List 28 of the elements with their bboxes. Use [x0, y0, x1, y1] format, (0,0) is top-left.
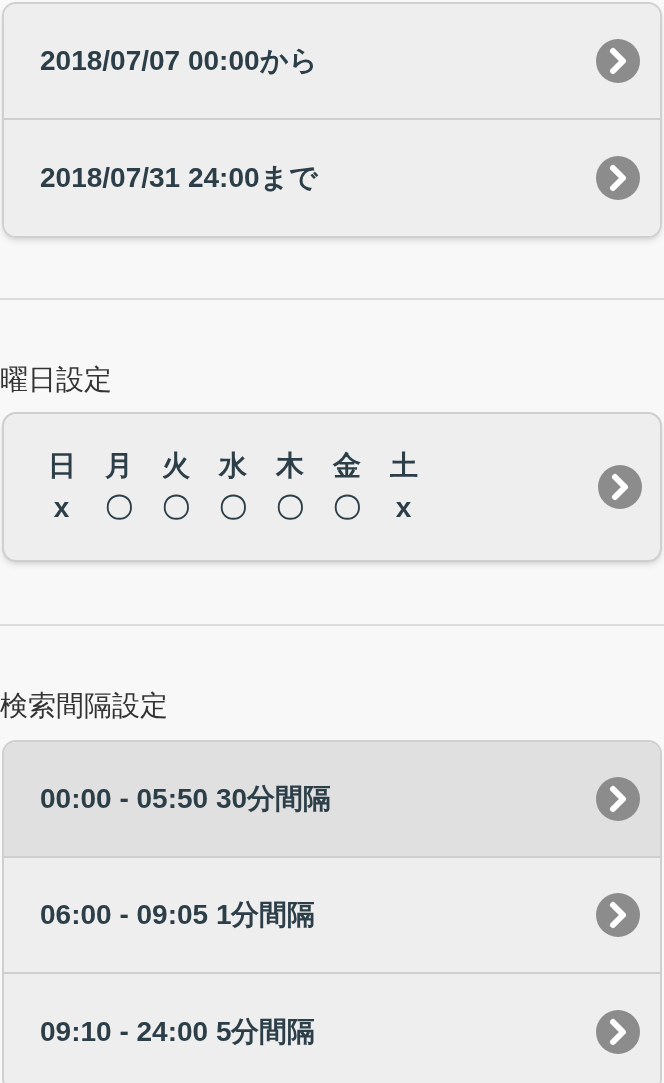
weekday-label: 金 [332, 449, 361, 483]
weekday-label: 火 [161, 449, 190, 483]
list-item[interactable]: 06:00 - 09:05 1分間隔 [4, 858, 660, 974]
chevron-right-icon [596, 777, 640, 821]
chevron-right-icon [598, 465, 642, 509]
weekday-label: 土 [389, 449, 418, 483]
list-item[interactable]: 00:00 - 05:50 30分間隔 [4, 742, 660, 858]
weekday-label: 日 [47, 449, 76, 483]
weekday-mark: 〇 [332, 491, 361, 525]
weekday-label: 水 [218, 449, 247, 483]
chevron-right-icon [596, 156, 640, 200]
section-heading: 曜日設定 [0, 363, 113, 397]
weekday-label: 木 [275, 449, 304, 483]
list-item[interactable]: 2018/07/07 00:00から [4, 4, 660, 120]
weekday-mark: x [395, 491, 412, 525]
weekday-mark: 〇 [275, 491, 304, 525]
weekday-label: 月 [104, 449, 133, 483]
list-item[interactable]: 2018/07/31 24:00まで [4, 120, 660, 236]
list-item[interactable]: 09:10 - 24:00 5分間隔 [4, 974, 660, 1083]
weekday-mark: 〇 [218, 491, 247, 525]
weekday-card[interactable]: 日 x 月 〇 火 〇 水 〇 木 〇 金 〇 土 x [2, 412, 662, 562]
weekday-mark: x [53, 491, 70, 525]
section-heading: 検索間隔設定 [0, 689, 169, 723]
weekday-mark: 〇 [161, 491, 190, 525]
chevron-right-icon [596, 893, 640, 937]
chevron-right-icon [596, 1010, 640, 1054]
weekday-mark: 〇 [104, 491, 133, 525]
chevron-right-icon [596, 39, 640, 83]
